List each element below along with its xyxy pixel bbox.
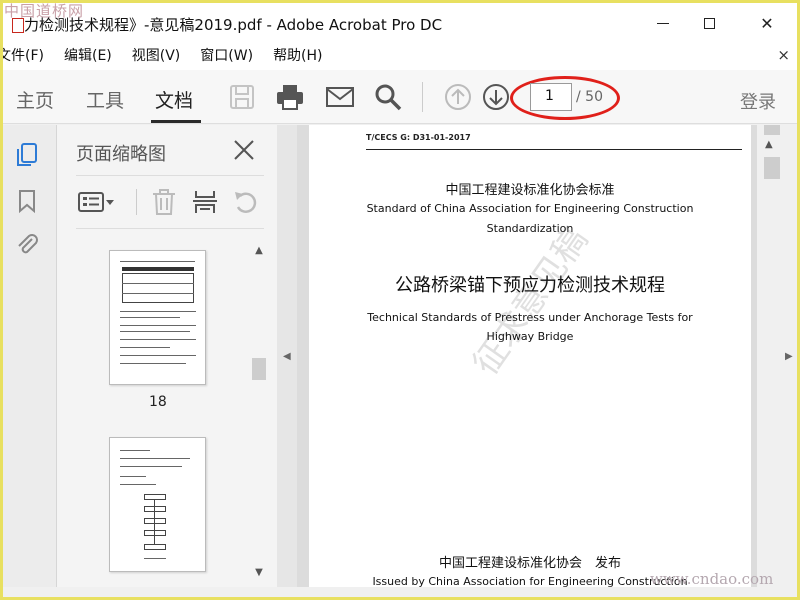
page-thumbnail[interactable]	[109, 437, 206, 572]
scrollbar-thumb[interactable]	[764, 157, 780, 179]
scroll-down-icon[interactable]: ▼	[252, 567, 266, 581]
thumbnail-flowchart-box	[144, 506, 166, 512]
thumbnail-text-line	[120, 325, 196, 326]
standard-code: T/CECS G: D31-01-2017	[366, 133, 471, 142]
scroll-up-icon[interactable]: ▲	[252, 245, 266, 259]
menu-file[interactable]: 文件(F)	[0, 45, 44, 65]
thumbnail-flowchart-box	[144, 494, 166, 500]
collapse-panel-icon[interactable]: ◀	[283, 351, 291, 362]
active-tab-indicator	[151, 120, 201, 123]
maximize-icon	[703, 17, 715, 29]
scrollbar-thumb[interactable]	[252, 358, 266, 380]
thumbnail-text-line	[120, 339, 196, 340]
print-icon[interactable]	[275, 82, 305, 112]
thumbnail-page-label: 18	[149, 394, 167, 410]
thumbnail-text-line	[120, 261, 195, 262]
page-number-input[interactable]: 1	[530, 83, 572, 111]
thumbnail-text-line	[120, 466, 182, 467]
thumbnail-text-line	[122, 293, 194, 294]
search-icon[interactable]	[373, 82, 403, 112]
thumbnail-text-line	[144, 558, 166, 559]
panel-toolbar-separator	[136, 189, 137, 215]
tab-document[interactable]: 文档	[155, 86, 193, 113]
page-thumbnail[interactable]	[109, 250, 206, 385]
minimize-icon	[657, 22, 669, 24]
organization-en-line2: Standardization	[486, 222, 574, 235]
panel-divider	[76, 228, 264, 229]
document-title-cn: 公路桥梁锚下预应力检测技术规程	[395, 275, 665, 296]
publisher-cn: 中国工程建设标准化协会 发布	[438, 556, 621, 571]
thumbnail-flowchart-box	[144, 544, 166, 550]
panel-splitter[interactable]: ◀	[277, 125, 297, 587]
tab-home[interactable]: 主页	[16, 86, 54, 113]
bookmark-icon[interactable]	[14, 188, 40, 214]
draft-watermark: 征求意见稿	[465, 220, 596, 383]
document-view: T/CECS G: D31-01-2017 征求意见稿 中国工程建设标准化协会标…	[297, 125, 757, 587]
thumbnail-table-header	[122, 267, 194, 271]
thumbnail-options-icon[interactable]	[77, 187, 117, 217]
panel-title: 页面缩略图	[76, 144, 166, 165]
thumbnail-flowchart-box	[144, 530, 166, 536]
window-title: 力检测技术规程》-意见稿2019.pdf - Adobe Acrobat Pro…	[24, 16, 443, 34]
close-panel-icon[interactable]	[232, 138, 256, 162]
organization-en-line1: Standard of China Association for Engine…	[366, 202, 694, 215]
organization-cn: 中国工程建设标准化协会标准	[445, 183, 615, 198]
thumbnail-text-line	[120, 311, 196, 312]
pdf-page: T/CECS G: D31-01-2017 征求意见稿 中国工程建设标准化协会标…	[309, 125, 751, 587]
maximize-button[interactable]	[686, 8, 732, 38]
thumbnail-text-line	[122, 283, 194, 284]
close-document-button[interactable]: ×	[777, 46, 790, 64]
menu-window[interactable]: 窗口(W)	[200, 45, 253, 65]
site-watermark-bottom: www.cndao.com	[650, 570, 774, 588]
header-rule	[366, 149, 742, 150]
navigation-rail	[0, 125, 57, 587]
thumbnail-flowchart-box	[144, 518, 166, 524]
thumbnails-scrollbar[interactable]: ▲ ▼	[252, 245, 266, 587]
expand-right-pane-icon[interactable]: ▶	[785, 351, 793, 362]
menu-view[interactable]: 视图(V)	[132, 45, 181, 65]
delete-icon[interactable]	[149, 187, 179, 217]
minimize-button[interactable]	[640, 8, 686, 38]
thumbnail-table	[122, 273, 194, 303]
thumbnail-text-line	[120, 476, 146, 477]
menu-help[interactable]: 帮助(H)	[273, 45, 322, 65]
attachment-icon[interactable]	[14, 231, 40, 257]
menu-bar: 文件(F) 编辑(E) 视图(V) 窗口(W) 帮助(H) ×	[0, 40, 800, 70]
thumbnail-text-line	[120, 484, 156, 485]
login-button[interactable]: 登录	[740, 88, 776, 114]
thumbnails-panel: 页面缩略图 18 ▲ ▼	[57, 125, 277, 587]
document-title-en-line1: Technical Standards of Prestress under A…	[367, 311, 693, 324]
thumbnail-text-line	[120, 450, 150, 451]
thumbnail-text-line	[120, 331, 190, 332]
rotate-icon[interactable]	[231, 187, 261, 217]
page-thumbnails-icon[interactable]	[14, 142, 40, 168]
toolbar: 主页 工具 文档 1 / 50 登录	[0, 70, 800, 124]
acrobat-pdf-icon	[12, 18, 24, 33]
title-bar: 中国道桥网 力检测技术规程》-意见稿2019.pdf - Adobe Acrob…	[0, 0, 800, 40]
scroll-up-icon[interactable]: ▲	[765, 139, 773, 150]
close-window-button[interactable]: ✕	[744, 8, 790, 38]
thumbnail-text-line	[120, 363, 186, 364]
thumbnail-flowchart-line	[154, 500, 155, 544]
thumbnail-text-line	[120, 458, 190, 459]
document-title-en-line2: Highway Bridge	[486, 330, 574, 343]
thumbnail-text-line	[120, 355, 196, 356]
document-scrollbar[interactable]: ▲	[761, 125, 783, 587]
menu-edit[interactable]: 编辑(E)	[64, 45, 112, 65]
thumbnail-text-line	[120, 347, 170, 348]
panel-divider	[76, 175, 264, 176]
toolbar-separator	[422, 82, 423, 112]
mail-icon[interactable]	[325, 82, 355, 112]
tab-tools[interactable]: 工具	[86, 86, 124, 113]
thumbnail-text-line	[120, 317, 180, 318]
page-up-icon[interactable]	[443, 82, 473, 112]
save-icon[interactable]	[227, 82, 257, 112]
page-total: / 50	[576, 89, 603, 105]
scrollbar-top-cap	[764, 125, 780, 135]
extract-pages-icon[interactable]	[190, 187, 220, 217]
page-down-icon[interactable]	[481, 82, 511, 112]
